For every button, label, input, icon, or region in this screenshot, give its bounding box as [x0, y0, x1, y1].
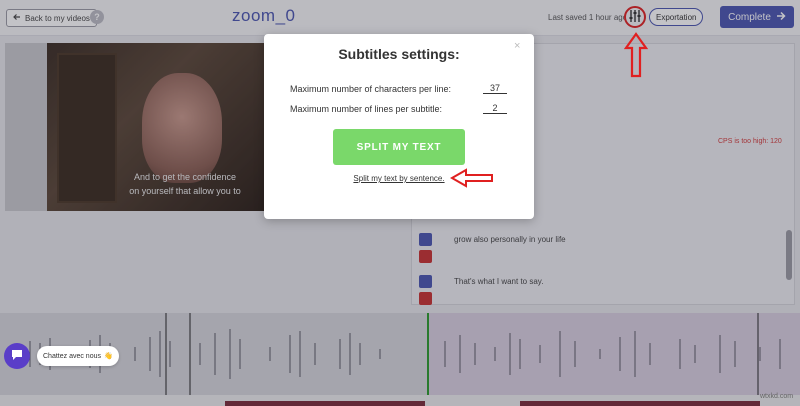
max-lines-label: Maximum number of lines per subtitle: — [290, 104, 443, 114]
modal-title: Subtitles settings: — [338, 46, 460, 62]
subtitles-settings-modal: Subtitles settings: × Maximum number of … — [264, 34, 534, 219]
chat-prompt-bubble[interactable]: Chattez avec nous 👋 — [37, 346, 119, 366]
annotation-left-arrow-icon — [449, 168, 494, 190]
wave-emoji-icon: 👋 — [103, 353, 113, 360]
chat-prompt-label: Chattez avec nous — [43, 352, 101, 360]
max-chars-input[interactable] — [483, 82, 507, 94]
split-my-text-button[interactable]: SPLIT MY TEXT — [333, 129, 465, 165]
max-chars-label: Maximum number of characters per line: — [290, 84, 452, 94]
annotation-up-arrow-icon — [623, 32, 649, 80]
chat-icon — [11, 349, 23, 363]
watermark: wtxkd.com — [760, 393, 794, 400]
max-lines-input[interactable] — [483, 102, 507, 114]
close-icon[interactable]: × — [514, 40, 520, 52]
chat-button[interactable] — [4, 343, 30, 369]
